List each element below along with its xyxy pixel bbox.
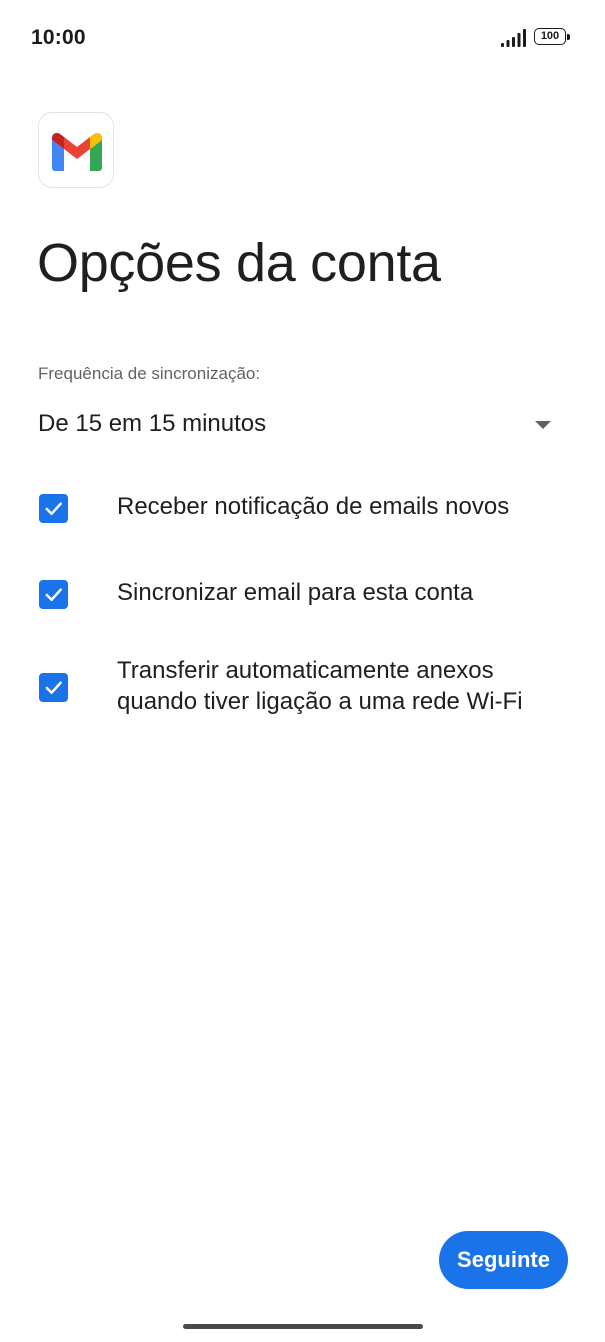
signal-bars-icon [501,29,526,47]
battery-cap [567,34,570,40]
page-title: Opções da conta [37,233,441,293]
app-logo-tile [38,112,114,188]
status-time: 10:00 [31,26,86,49]
checkmark-icon [45,681,62,695]
battery-level: 100 [540,30,560,42]
dropdown-arrow-icon [535,421,551,429]
option-new-email-notifications[interactable]: Receber notificação de emails novos [38,488,568,528]
option-label: Receber notificação de emails novos [117,493,510,520]
sync-email-checkbox[interactable] [39,580,68,609]
gesture-navigation-bar[interactable] [183,1324,423,1329]
option-sync-email[interactable]: Sincronizar email para esta conta [38,574,568,614]
option-label: Transferir automaticamente anexos quando… [117,657,523,715]
sync-frequency-value: De 15 em 15 minutos [38,410,267,437]
sync-frequency-dropdown[interactable]: De 15 em 15 minutos [38,400,558,450]
checkmark-icon [45,502,62,516]
option-auto-download-attachments[interactable]: Transferir automaticamente anexos quando… [38,654,568,722]
checkmark-icon [45,588,62,602]
battery-icon: 100 [534,28,570,46]
status-bar: 10:00 100 [0,0,605,76]
sync-frequency-label: Frequência de sincronização: [38,364,261,383]
auto-download-checkbox[interactable] [39,673,68,702]
gmail-logo-icon [52,133,102,171]
notifications-checkbox[interactable] [39,494,68,523]
option-label: Sincronizar email para esta conta [117,579,474,606]
next-button[interactable]: Seguinte [439,1231,568,1289]
